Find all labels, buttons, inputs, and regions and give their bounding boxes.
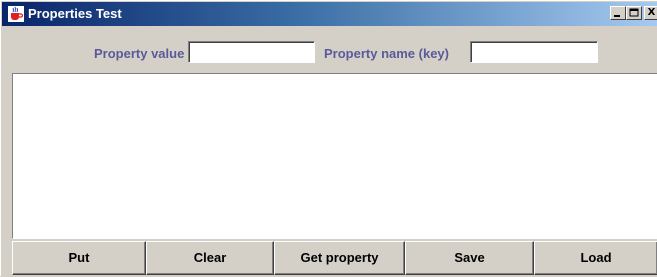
property-key-input[interactable] <box>470 41 598 63</box>
minimize-button[interactable] <box>610 6 626 20</box>
property-value-input[interactable] <box>188 41 315 63</box>
main-window: Properties Test X Property value Propert… <box>0 0 657 276</box>
put-button[interactable]: Put <box>12 241 146 275</box>
clear-button[interactable]: Clear <box>146 241 274 275</box>
close-button[interactable]: X <box>644 6 657 20</box>
maximize-icon <box>627 8 641 18</box>
save-button[interactable]: Save <box>405 241 534 275</box>
get-property-button[interactable]: Get property <box>274 241 405 275</box>
title-bar[interactable]: Properties Test X <box>2 2 657 26</box>
maximize-button[interactable] <box>626 6 642 20</box>
property-key-label: Property name (key) <box>324 46 449 61</box>
output-text-area[interactable] <box>12 73 657 239</box>
close-icon: X <box>647 7 656 18</box>
window-title: Properties Test <box>28 6 122 21</box>
button-bar: Put Clear Get property Save Load <box>12 241 657 277</box>
load-button[interactable]: Load <box>534 241 657 275</box>
property-value-label: Property value <box>94 46 185 61</box>
java-cup-icon <box>8 6 24 22</box>
property-form: Property value Property name (key) <box>1 38 657 68</box>
minimize-icon <box>611 8 625 18</box>
